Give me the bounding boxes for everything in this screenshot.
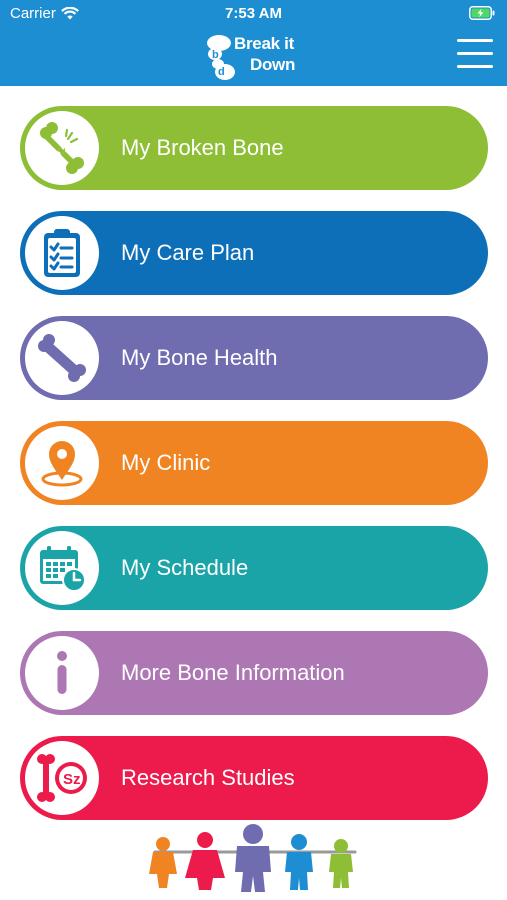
calendar-clock-icon <box>40 546 86 592</box>
hamburger-menu-button[interactable] <box>457 39 493 71</box>
menu-label: My Bone Health <box>121 345 278 370</box>
info-icon <box>57 651 67 694</box>
break-it-down-logo: b d Break it Down <box>206 30 306 84</box>
status-time: 7:53 AM <box>225 5 282 22</box>
menu-label: My Care Plan <box>121 240 255 265</box>
menu-item-research-studies[interactable]: Sz Research Studies <box>20 736 488 820</box>
menu-label: My Broken Bone <box>121 135 284 160</box>
svg-text:d: d <box>218 66 225 78</box>
bone-icon <box>38 334 86 382</box>
menu-item-more-bone-information[interactable]: More Bone Information <box>20 631 488 715</box>
clipboard-icon <box>44 229 80 277</box>
logo-mark-icon: b d <box>207 35 235 80</box>
broken-bone-icon <box>40 122 84 174</box>
menu-label: My Schedule <box>121 555 249 580</box>
menu-icon-circle <box>25 216 99 290</box>
figure-red <box>185 832 225 890</box>
menu-icon-circle <box>25 321 99 395</box>
menu-label: More Bone Information <box>121 660 345 685</box>
menu-icon-circle <box>25 426 99 500</box>
menu-icon-circle <box>25 531 99 605</box>
paper-family-illustration <box>149 824 357 892</box>
status-bar: Carrier 7:53 AM <box>0 0 507 28</box>
figure-purple <box>235 824 271 892</box>
research-icon: Sz <box>37 754 87 802</box>
menu-item-my-broken-bone[interactable]: My Broken Bone <box>20 106 488 190</box>
menu-item-my-care-plan[interactable]: My Care Plan <box>20 211 488 295</box>
svg-text:b: b <box>212 49 219 61</box>
menu-item-my-bone-health[interactable]: My Bone Health <box>20 316 488 400</box>
main-menu: My Broken Bone My Care Plan My Bone Heal… <box>20 106 488 841</box>
figure-green <box>329 839 353 888</box>
logo-text-line2: Down <box>250 55 296 74</box>
menu-item-my-clinic[interactable]: My Clinic <box>20 421 488 505</box>
logo-text-line1: Break it <box>234 34 294 53</box>
menu-label: Research Studies <box>121 765 295 790</box>
figure-blue <box>285 834 313 890</box>
menu-icon-circle: Sz <box>25 741 99 815</box>
menu-icon-circle <box>25 636 99 710</box>
menu-label: My Clinic <box>121 450 211 475</box>
figure-orange <box>149 837 177 888</box>
svg-text:Sz: Sz <box>63 771 81 788</box>
app-header: b d Break it Down <box>0 28 507 86</box>
menu-icon-circle <box>25 111 99 185</box>
location-pin-icon <box>41 441 83 487</box>
menu-item-my-schedule[interactable]: My Schedule <box>20 526 488 610</box>
hamburger-icon <box>457 39 493 42</box>
battery-charging-icon <box>469 6 495 20</box>
